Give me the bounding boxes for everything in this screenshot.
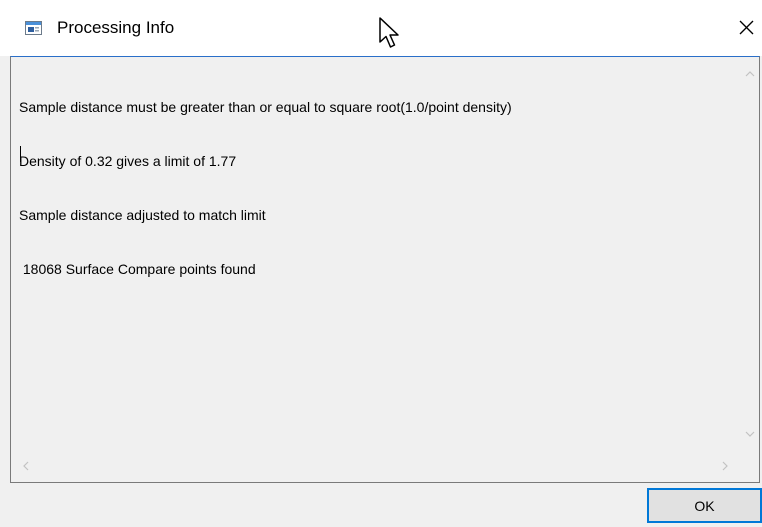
mouse-pointer-icon — [378, 16, 402, 50]
log-line: Sample distance adjusted to match limit — [19, 207, 266, 223]
app-window-icon — [25, 21, 42, 35]
scroll-left-arrow-icon[interactable] — [20, 459, 32, 471]
horizontal-scrollbar[interactable] — [11, 448, 741, 482]
close-button[interactable] — [730, 12, 762, 44]
scroll-down-arrow-icon[interactable] — [744, 427, 756, 439]
log-line: Density of 0.32 gives a limit of 1.77 — [19, 153, 237, 169]
dialog-footer: OK — [0, 483, 762, 527]
title-bar[interactable]: Processing Info — [0, 0, 762, 56]
text-caret — [20, 146, 21, 162]
scroll-up-arrow-icon[interactable] — [744, 67, 756, 79]
processing-info-dialog: Processing Info Sample distance must be … — [0, 0, 762, 527]
vertical-scrollbar[interactable] — [740, 57, 759, 447]
scroll-corner — [740, 448, 759, 482]
window-title: Processing Info — [57, 18, 175, 37]
log-text-content: Sample distance must be greater than or … — [19, 62, 709, 314]
ok-button[interactable]: OK — [647, 488, 762, 523]
log-line: 18068 Surface Compare points found — [19, 261, 256, 277]
log-line: Sample distance must be greater than or … — [19, 99, 512, 115]
scroll-right-arrow-icon[interactable] — [719, 459, 731, 471]
close-icon — [739, 20, 754, 35]
log-text-area[interactable]: Sample distance must be greater than or … — [10, 56, 760, 483]
